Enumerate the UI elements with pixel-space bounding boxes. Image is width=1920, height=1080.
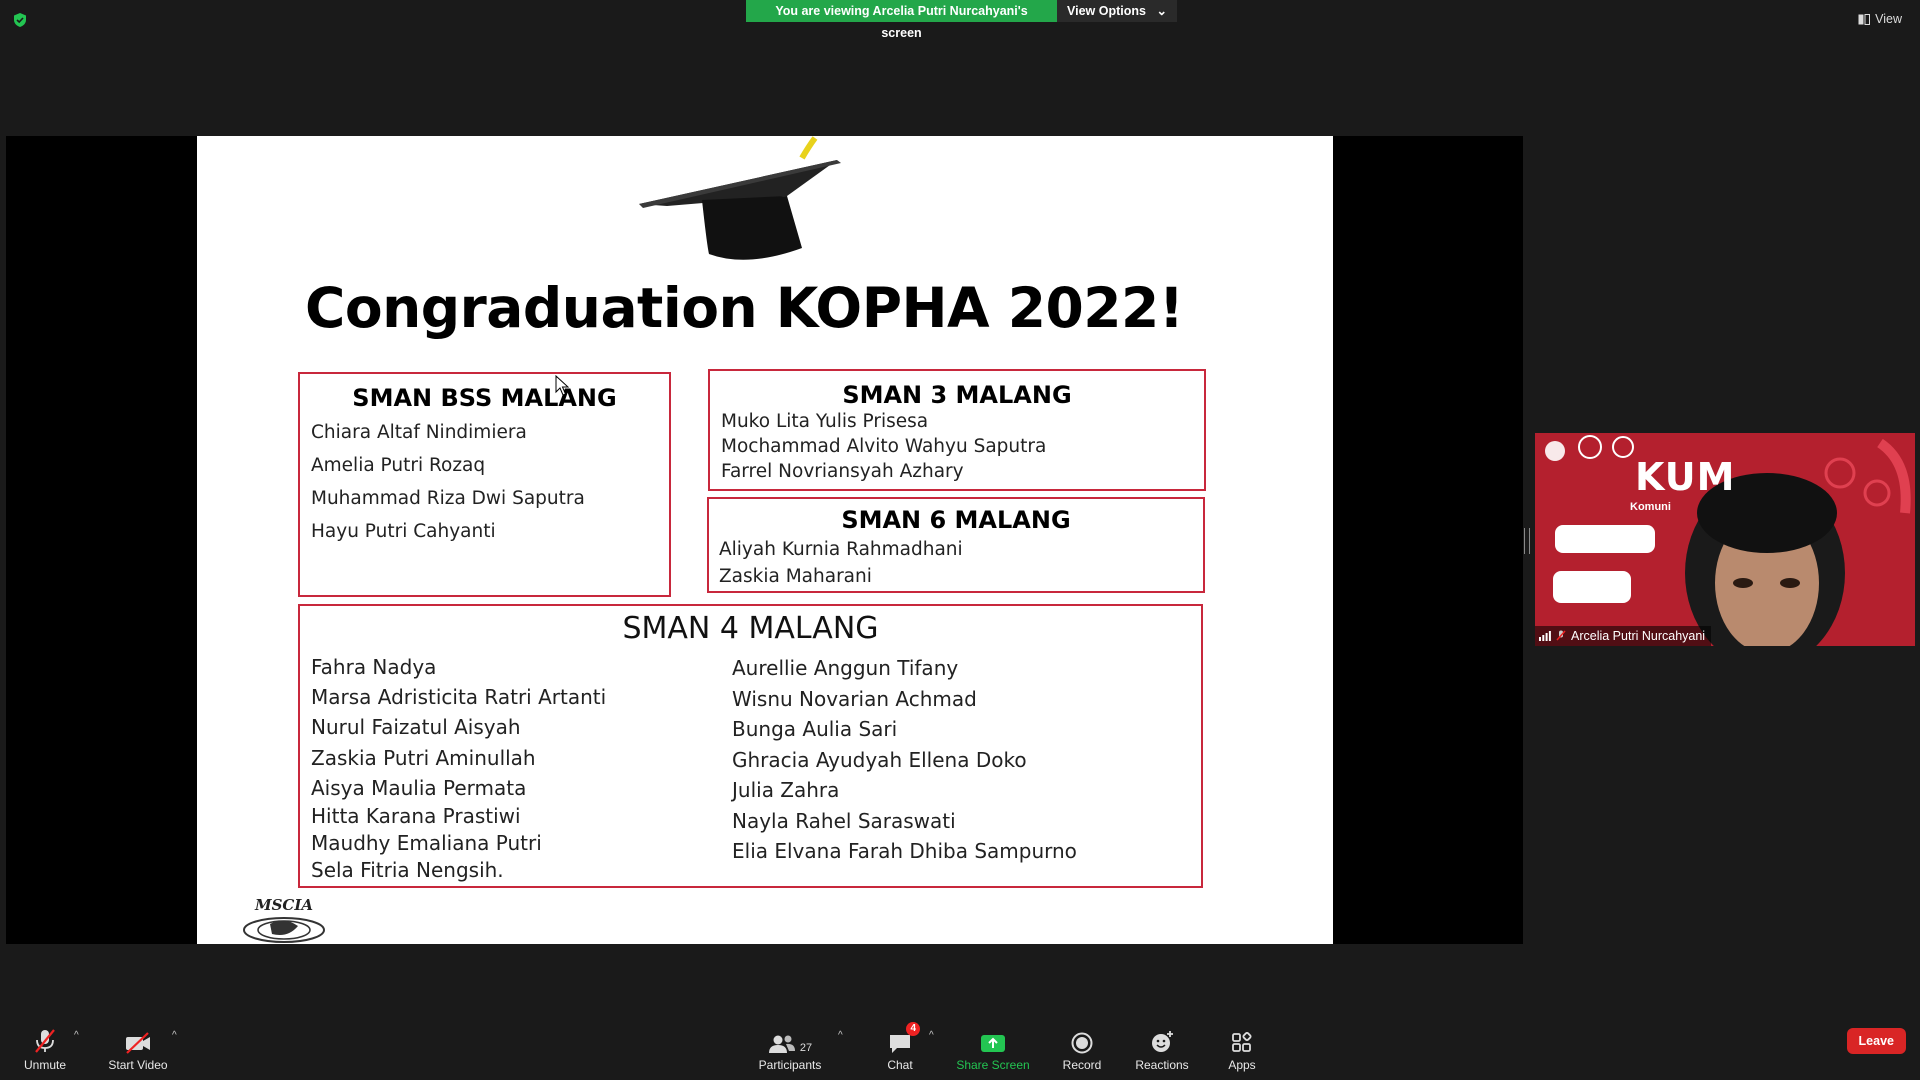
member-name: Wisnu Novarian Achmad xyxy=(732,686,977,711)
share-screen-label: Share Screen xyxy=(956,1058,1030,1072)
unmute-button[interactable]: Unmute xyxy=(22,1026,68,1072)
view-options-button[interactable]: View Options ⌄ xyxy=(1057,0,1177,22)
member-name: Mochammad Alvito Wahyu Saputra xyxy=(721,436,1047,457)
member-name: Hayu Putri Cahyanti xyxy=(311,521,496,542)
member-name: Muhammad Riza Dwi Saputra xyxy=(311,488,585,509)
record-button[interactable]: Record xyxy=(1062,1026,1102,1072)
member-name: Julia Zahra xyxy=(732,778,840,802)
record-icon xyxy=(1071,1032,1093,1054)
participant-name: Arcelia Putri Nurcahyani xyxy=(1571,629,1706,643)
muted-mic-icon xyxy=(1556,630,1566,641)
graduation-cap-icon xyxy=(639,136,841,260)
member-name: Aliyah Kurnia Rahmadhani xyxy=(719,539,963,560)
view-button[interactable]: View xyxy=(1858,12,1902,26)
school-name: SMAN 4 MALANG xyxy=(622,611,879,646)
member-name: Marsa Adristicita Ratri Artanti xyxy=(311,685,607,710)
screen-share-banner: You are viewing Arcelia Putri Nurcahyani… xyxy=(746,0,1177,40)
apps-button[interactable]: Apps xyxy=(1222,1026,1262,1072)
share-screen-button[interactable]: Share Screen xyxy=(956,1026,1030,1072)
unmute-label: Unmute xyxy=(23,1058,67,1072)
chat-label: Chat xyxy=(887,1058,913,1072)
panel-resize-handle[interactable] xyxy=(1524,528,1530,554)
audio-options-caret-icon[interactable]: ^ xyxy=(74,1030,79,1041)
school-box-sman4: SMAN 4 MALANG Fahra Nadya Marsa Adristic… xyxy=(298,604,1203,888)
reactions-label: Reactions xyxy=(1135,1058,1189,1072)
video-options-caret-icon[interactable]: ^ xyxy=(172,1030,177,1041)
member-name: Nurul Faizatul Aisyah xyxy=(311,715,521,740)
school-name: SMAN BSS MALANG xyxy=(352,384,617,412)
view-button-label: View xyxy=(1875,12,1902,26)
leave-button[interactable]: Leave xyxy=(1846,1028,1906,1054)
participants-options-caret-icon[interactable]: ^ xyxy=(838,1030,843,1041)
member-name: Zaskia Maharani xyxy=(719,566,872,587)
chat-button[interactable]: 4 Chat xyxy=(880,1022,920,1072)
school-name: SMAN 6 MALANG xyxy=(841,506,1071,534)
video-camera-off-icon xyxy=(126,1032,150,1054)
record-label: Record xyxy=(1062,1058,1102,1072)
member-name: Maudhy Emaliana Putri xyxy=(311,831,542,856)
chat-options-caret-icon[interactable]: ^ xyxy=(929,1030,934,1041)
reactions-button[interactable]: Reactions xyxy=(1135,1026,1189,1072)
reactions-smiley-icon xyxy=(1152,1031,1173,1052)
chat-bubble-icon xyxy=(890,1035,910,1053)
signal-strength-icon xyxy=(1539,631,1551,641)
chevron-down-icon: ⌄ xyxy=(1156,4,1167,18)
participant-name-badge: Arcelia Putri Nurcahyani xyxy=(1535,626,1712,646)
member-name: Hitta Karana Prastiwi xyxy=(311,804,521,829)
member-name: Ghracia Ayudyah Ellena Doko xyxy=(732,747,1027,772)
meeting-toolbar: Unmute ^ Start Video ^ 27 Participants ^ xyxy=(0,1018,1920,1080)
view-layout-icon xyxy=(1858,13,1871,25)
participants-count: 27 xyxy=(799,1042,813,1054)
share-screen-icon xyxy=(981,1035,1005,1052)
participants-label: Participants xyxy=(758,1058,822,1072)
start-video-button[interactable]: Start Video xyxy=(108,1026,168,1072)
member-name: Nayla Rahel Saraswati xyxy=(732,808,956,833)
shared-screen: Congraduation KOPHA 2022! SMAN BSS MALAN… xyxy=(6,136,1523,944)
presentation-slide: Congraduation KOPHA 2022! SMAN BSS MALAN… xyxy=(197,136,1333,944)
background-card xyxy=(1555,525,1655,553)
chat-unread-badge: 4 xyxy=(906,1022,920,1036)
member-name: Chiara Altaf Nindimiera xyxy=(311,422,527,443)
apps-grid-icon xyxy=(1232,1032,1252,1052)
member-name: Elia Elvana Farah Dhiba Sampurno xyxy=(732,839,1077,863)
viewing-banner-text: You are viewing Arcelia Putri Nurcahyani… xyxy=(746,0,1057,40)
mscia-logo: MSCIA xyxy=(243,896,325,943)
member-name: Muko Lita Yulis Prisesa xyxy=(721,411,929,432)
view-options-label: View Options xyxy=(1067,4,1146,18)
participants-icon xyxy=(768,1035,795,1053)
member-name: Amelia Putri Rozaq xyxy=(311,455,486,476)
slide-title: Congraduation KOPHA 2022! xyxy=(305,276,1184,340)
school-box-sman6: SMAN 6 MALANG Aliyah Kurnia Rahmadhani Z… xyxy=(707,497,1205,593)
microphone-muted-icon xyxy=(35,1029,55,1053)
participants-button[interactable]: 27 Participants xyxy=(757,1026,823,1072)
mscia-logo-text: MSCIA xyxy=(254,896,313,914)
member-name: Farrel Novriansyah Azhary xyxy=(721,461,964,482)
background-banner-subtext: Komuni xyxy=(1630,501,1671,513)
member-name: Aurellie Anggun Tifany xyxy=(732,656,959,680)
school-name: SMAN 3 MALANG xyxy=(842,381,1072,409)
security-shield-icon[interactable] xyxy=(12,12,28,28)
mouse-cursor-icon xyxy=(555,375,569,396)
apps-label: Apps xyxy=(1228,1058,1256,1072)
member-name: Zaskia Putri Aminullah xyxy=(311,745,536,770)
background-banner-text: KUM xyxy=(1635,455,1736,499)
member-name: Sela Fitria Nengsih. xyxy=(311,858,504,883)
member-name: Bunga Aulia Sari xyxy=(732,717,898,741)
school-box-sman3: SMAN 3 MALANG Muko Lita Yulis Prisesa Mo… xyxy=(708,369,1206,491)
participant-video-tile[interactable]: KUM Komuni Arcelia Putri Nurcahyani xyxy=(1535,433,1915,646)
member-name: Fahra Nadya xyxy=(311,655,437,679)
school-box-bss: SMAN BSS MALANG Chiara Altaf Nindimiera … xyxy=(298,372,671,597)
start-video-label: Start Video xyxy=(108,1058,168,1072)
member-name: Aisya Maulia Permata xyxy=(311,775,527,800)
background-card xyxy=(1553,571,1631,603)
